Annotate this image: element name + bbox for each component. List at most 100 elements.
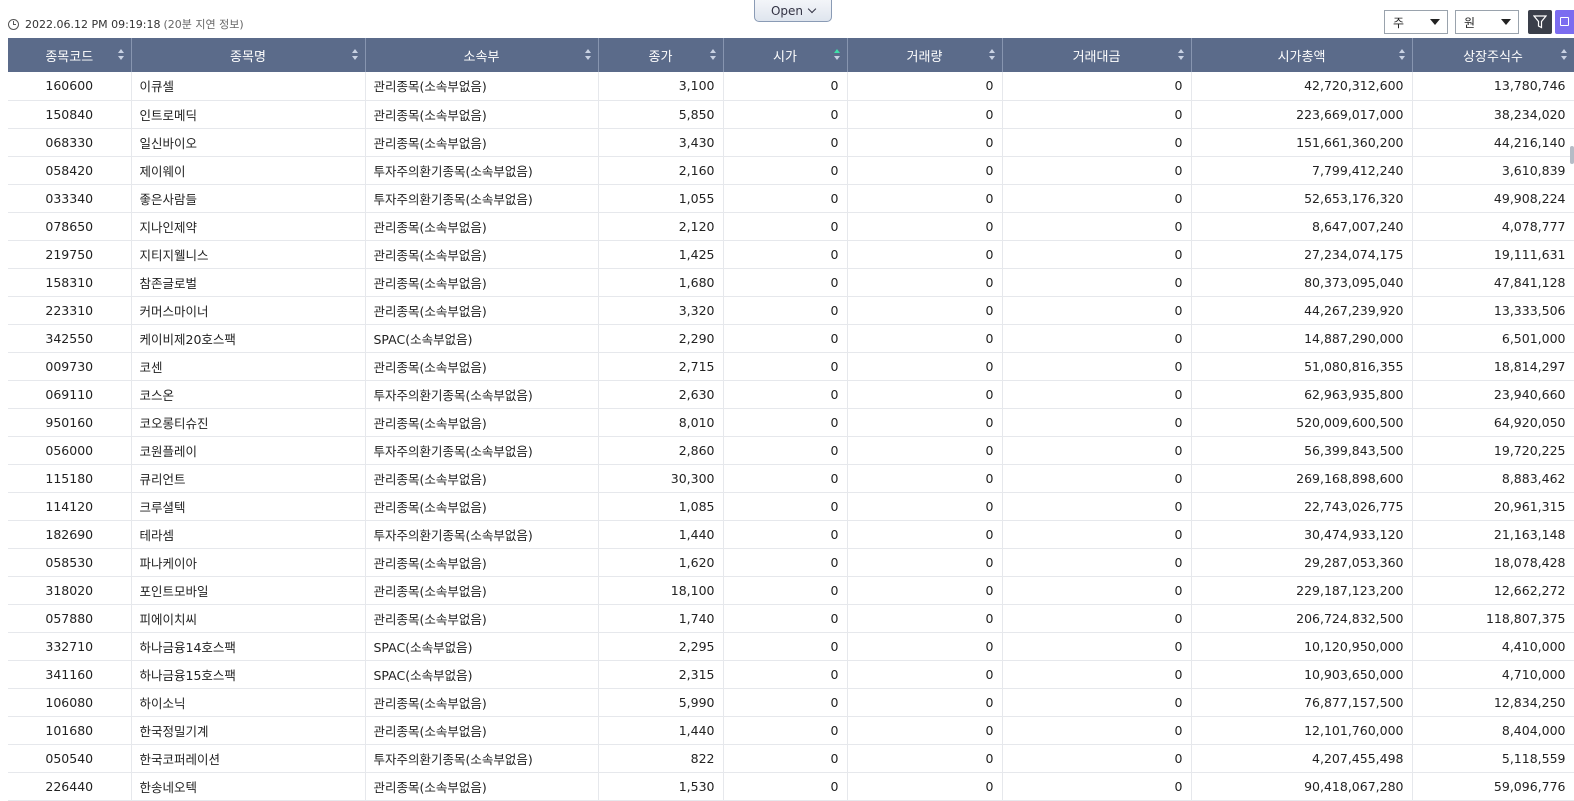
table-row[interactable]: 115180 큐리언트 관리종목(소속부없음) 30,300 0 0 0 269,168,89…: [8, 464, 1574, 493]
table-row[interactable]: 056000 코원플레이 투자주의환기종목(소속부없음) 2,860 0 0 0 56,399…: [8, 436, 1574, 465]
unit-select[interactable]: 주: [1384, 10, 1448, 34]
cell-listed-shares: 47,841,128: [1412, 268, 1574, 297]
table-row[interactable]: 106080 하이소닉 관리종목(소속부없음) 5,990 0 0 0 76,877,157,…: [8, 688, 1574, 717]
header-market-cap[interactable]: 시가총액: [1191, 38, 1413, 72]
cell-listed-shares: 49,908,224: [1412, 184, 1574, 213]
cell-market-cap: 520,009,600,500: [1191, 408, 1413, 437]
cell-market-cap: 44,267,239,920: [1191, 296, 1413, 325]
table-row[interactable]: 182690 테라셈 투자주의환기종목(소속부없음) 1,440 0 0 0 30,474,9…: [8, 520, 1574, 549]
cell-stock-code: 342550: [8, 324, 132, 353]
cell-market-cap: 4,207,455,498: [1191, 744, 1413, 773]
cell-close-price: 1,055: [598, 184, 724, 213]
table-row[interactable]: 341160 하나금융15호스팩 SPAC(소속부없음) 2,315 0 0 0 10,903…: [8, 660, 1574, 689]
cell-stock-name: 한송네오텍: [131, 772, 366, 801]
table-row[interactable]: 050540 한국코퍼레이션 투자주의환기종목(소속부없음) 822 0 0 0 4,207,…: [8, 744, 1574, 773]
cell-market-cap: 10,903,650,000: [1191, 660, 1413, 689]
open-button[interactable]: Open: [754, 0, 832, 22]
header-stock-name[interactable]: 종목명: [131, 38, 366, 72]
clock-icon: [8, 18, 19, 30]
cell-close-price: 5,850: [598, 100, 724, 129]
header-open-price[interactable]: 시가: [723, 38, 848, 72]
vertical-scrollbar[interactable]: [1570, 146, 1574, 164]
header-volume[interactable]: 거래량: [847, 38, 1003, 72]
table-row[interactable]: 950160 코오롱티슈진 관리종목(소속부없음) 8,010 0 0 0 520,009,6…: [8, 408, 1574, 437]
table-row[interactable]: 078650 지나인제약 관리종목(소속부없음) 2,120 0 0 0 8,647,007,…: [8, 212, 1574, 241]
currency-select[interactable]: 원: [1455, 10, 1519, 34]
sort-icon: [1560, 49, 1568, 61]
sort-icon: [351, 49, 359, 61]
header-listed-shares[interactable]: 상장주식수: [1412, 38, 1574, 72]
table-row[interactable]: 342550 케이비제20호스팩 SPAC(소속부없음) 2,290 0 0 0 14,887…: [8, 324, 1574, 353]
cell-stock-code: 115180: [8, 464, 132, 493]
table-row[interactable]: 068330 일신바이오 관리종목(소속부없음) 3,430 0 0 0 151,661,36…: [8, 128, 1574, 157]
cell-listed-shares: 38,234,020: [1412, 100, 1574, 129]
table-row[interactable]: 318020 포인트모바일 관리종목(소속부없음) 18,100 0 0 0 229,187,…: [8, 576, 1574, 605]
cell-market-cap: 29,287,053,360: [1191, 548, 1413, 577]
cell-market-cap: 90,418,067,280: [1191, 772, 1413, 801]
cell-trade-value: 0: [1002, 380, 1192, 409]
cell-listed-shares: 20,961,315: [1412, 492, 1574, 521]
cell-volume: 0: [847, 660, 1003, 689]
cell-volume: 0: [847, 72, 1003, 101]
cell-open-price: 0: [723, 436, 848, 465]
cell-volume: 0: [847, 548, 1003, 577]
table-row[interactable]: 158310 참존글로벌 관리종목(소속부없음) 1,680 0 0 0 80,373,095…: [8, 268, 1574, 297]
table-row[interactable]: 069110 코스온 투자주의환기종목(소속부없음) 2,630 0 0 0 62,963,9…: [8, 380, 1574, 409]
cell-open-price: 0: [723, 324, 848, 353]
cell-market-cap: 7,799,412,240: [1191, 156, 1413, 185]
cell-volume: 0: [847, 436, 1003, 465]
cell-listed-shares: 118,807,375: [1412, 604, 1574, 633]
table-row[interactable]: 033340 좋은사람들 투자주의환기종목(소속부없음) 1,055 0 0 0 52,653…: [8, 184, 1574, 213]
cell-trade-value: 0: [1002, 632, 1192, 661]
cell-trade-value: 0: [1002, 128, 1192, 157]
cell-listed-shares: 8,883,462: [1412, 464, 1574, 493]
table-row[interactable]: 101680 한국정밀기계 관리종목(소속부없음) 1,440 0 0 0 12,101,76…: [8, 716, 1574, 745]
cell-division: 관리종목(소속부없음): [365, 688, 599, 717]
header-division[interactable]: 소속부: [365, 38, 599, 72]
cell-stock-code: 068330: [8, 128, 132, 157]
cell-stock-name: 하이소닉: [131, 688, 366, 717]
table-row[interactable]: 057880 피에이치씨 관리종목(소속부없음) 1,740 0 0 0 206,724,83…: [8, 604, 1574, 633]
cell-listed-shares: 23,940,660: [1412, 380, 1574, 409]
table-row[interactable]: 114120 크루셜텍 관리종목(소속부없음) 1,085 0 0 0 22,743,026,…: [8, 492, 1574, 521]
table-row[interactable]: 009730 코센 관리종목(소속부없음) 2,715 0 0 0 51,080,816,35…: [8, 352, 1574, 381]
header-close-price[interactable]: 종가: [598, 38, 724, 72]
cell-open-price: 0: [723, 156, 848, 185]
cell-trade-value: 0: [1002, 716, 1192, 745]
export-button[interactable]: [1555, 10, 1574, 34]
cell-stock-code: 101680: [8, 716, 132, 745]
header-stock-code[interactable]: 종목코드: [8, 38, 132, 72]
table-row[interactable]: 219750 지티지웰니스 관리종목(소속부없음) 1,425 0 0 0 27,234,07…: [8, 240, 1574, 269]
cell-trade-value: 0: [1002, 492, 1192, 521]
table-row[interactable]: 150840 인트로메딕 관리종목(소속부없음) 5,850 0 0 0 223,669,01…: [8, 100, 1574, 129]
cell-stock-name: 케이비제20호스팩: [131, 324, 366, 353]
cell-close-price: 1,530: [598, 772, 724, 801]
cell-division: 투자주의환기종목(소속부없음): [365, 380, 599, 409]
sort-icon: [584, 49, 592, 61]
cell-volume: 0: [847, 100, 1003, 129]
table-row[interactable]: 332710 하나금융14호스팩 SPAC(소속부없음) 2,295 0 0 0 10,120…: [8, 632, 1574, 661]
table-row[interactable]: 058530 파나케이아 관리종목(소속부없음) 1,620 0 0 0 29,287,053…: [8, 548, 1574, 577]
cell-stock-name: 제이웨이: [131, 156, 366, 185]
cell-division: 투자주의환기종목(소속부없음): [365, 156, 599, 185]
cell-stock-code: 106080: [8, 688, 132, 717]
table-row[interactable]: 160600 이큐셀 관리종목(소속부없음) 3,100 0 0 0 42,720,312,6…: [8, 72, 1574, 101]
table-header-row: 종목코드 종목명 소속부 종가 시가 거래량 거래대금 시가총액 상장주식수: [8, 38, 1574, 72]
cell-trade-value: 0: [1002, 464, 1192, 493]
table-row[interactable]: 058420 제이웨이 투자주의환기종목(소속부없음) 2,160 0 0 0 7,799,4…: [8, 156, 1574, 185]
cell-trade-value: 0: [1002, 100, 1192, 129]
cell-volume: 0: [847, 324, 1003, 353]
cell-listed-shares: 12,662,272: [1412, 576, 1574, 605]
table-row[interactable]: 226440 한송네오텍 관리종목(소속부없음) 1,530 0 0 0 90,418,067…: [8, 772, 1574, 801]
cell-trade-value: 0: [1002, 268, 1192, 297]
cell-open-price: 0: [723, 184, 848, 213]
cell-market-cap: 52,653,176,320: [1191, 184, 1413, 213]
currency-select-value: 원: [1464, 15, 1476, 30]
header-trade-value[interactable]: 거래대금: [1002, 38, 1192, 72]
cell-division: 관리종목(소속부없음): [365, 408, 599, 437]
cell-stock-code: 057880: [8, 604, 132, 633]
cell-volume: 0: [847, 576, 1003, 605]
cell-close-price: 2,315: [598, 660, 724, 689]
filter-button[interactable]: [1528, 10, 1552, 34]
table-row[interactable]: 223310 커머스마이너 관리종목(소속부없음) 3,320 0 0 0 44,267,23…: [8, 296, 1574, 325]
